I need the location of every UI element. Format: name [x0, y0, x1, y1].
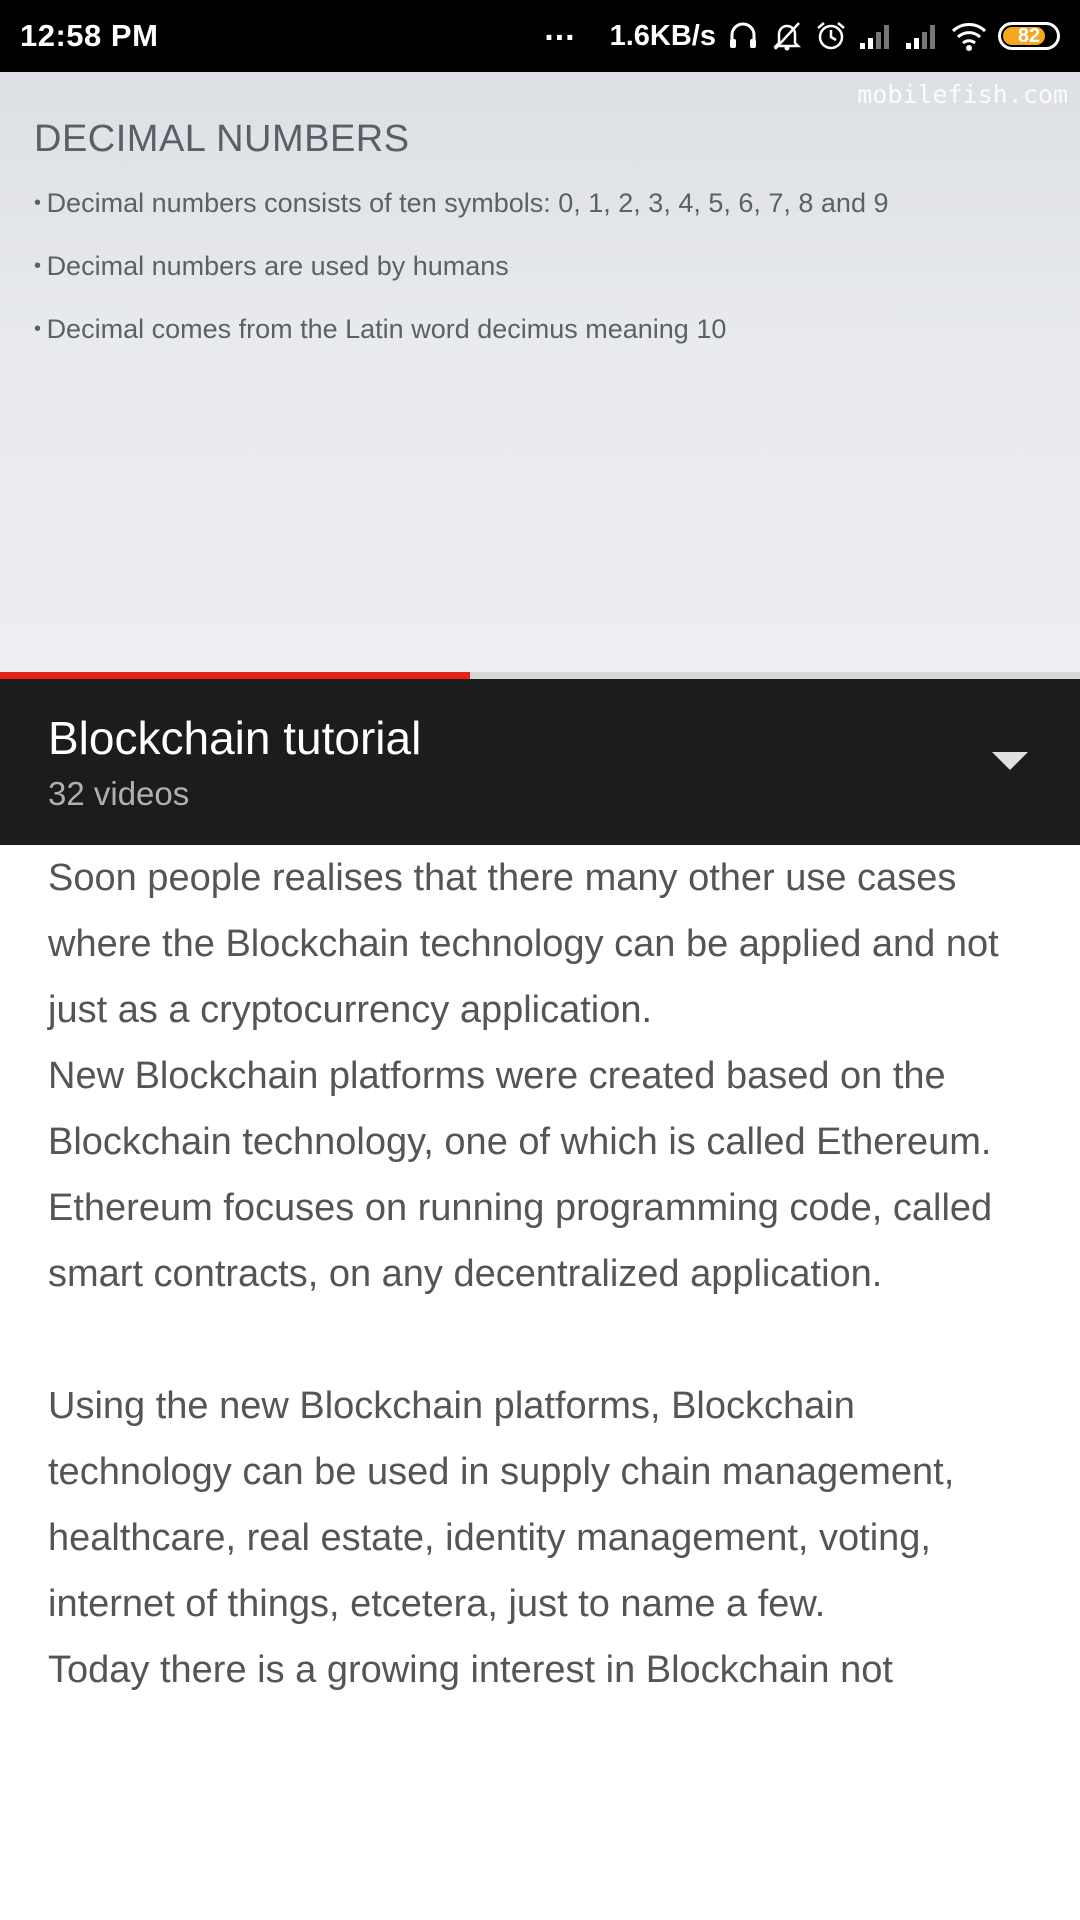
playlist-title: Blockchain tutorial — [48, 712, 422, 764]
video-player[interactable]: mobilefish.com DECIMAL NUMBERS Decimal n… — [0, 72, 1080, 675]
description-paragraph: Today there is a growing interest in Blo… — [48, 1649, 893, 1691]
slide-bullet: Decimal numbers consists of ten symbols:… — [34, 188, 889, 251]
video-watermark: mobilefish.com — [857, 80, 1068, 109]
slide-bullets: Decimal numbers consists of ten symbols:… — [34, 188, 889, 377]
status-time: 12:58 PM — [20, 18, 159, 53]
description-paragraph: Soon people realises that there many oth… — [48, 857, 999, 1031]
network-speed: 1.6KB/s — [609, 19, 716, 52]
mute-icon — [770, 19, 804, 53]
wifi-icon — [950, 20, 988, 52]
description-paragraph: New Blockchain platforms were created ba… — [48, 1055, 992, 1163]
signal-icon — [858, 21, 894, 51]
caret-down-icon[interactable] — [980, 741, 1040, 781]
battery-icon: 82 — [998, 22, 1060, 50]
playlist-video-count: 32 videos — [48, 775, 190, 812]
slide-bullet: Decimal comes from the Latin word decimu… — [34, 314, 888, 377]
description-paragraph: Using the new Blockchain platforms, Bloc… — [48, 1385, 955, 1625]
alarm-icon — [814, 19, 848, 53]
signal-icon — [904, 21, 940, 51]
video-progress-fill — [0, 672, 470, 679]
status-bar: 12:58 PM ... 1.6KB/s 82 — [0, 0, 1080, 72]
more-notifications-icon: ... — [544, 9, 576, 48]
description-paragraph: Ethereum focuses on running programming … — [48, 1187, 993, 1295]
slide-title: DECIMAL NUMBERS — [34, 118, 410, 160]
playlist-header[interactable]: Blockchain tutorial 32 videos — [0, 679, 1080, 845]
video-progress-bar[interactable] — [0, 672, 1080, 679]
slide-bullet: Decimal numbers are used by humans — [34, 251, 888, 314]
video-description: Soon people realises that there many oth… — [48, 845, 1038, 1703]
headphones-icon — [726, 19, 760, 53]
battery-level: 82 — [1017, 24, 1041, 47]
status-icons: ... 1.6KB/s 82 — [544, 10, 1060, 53]
